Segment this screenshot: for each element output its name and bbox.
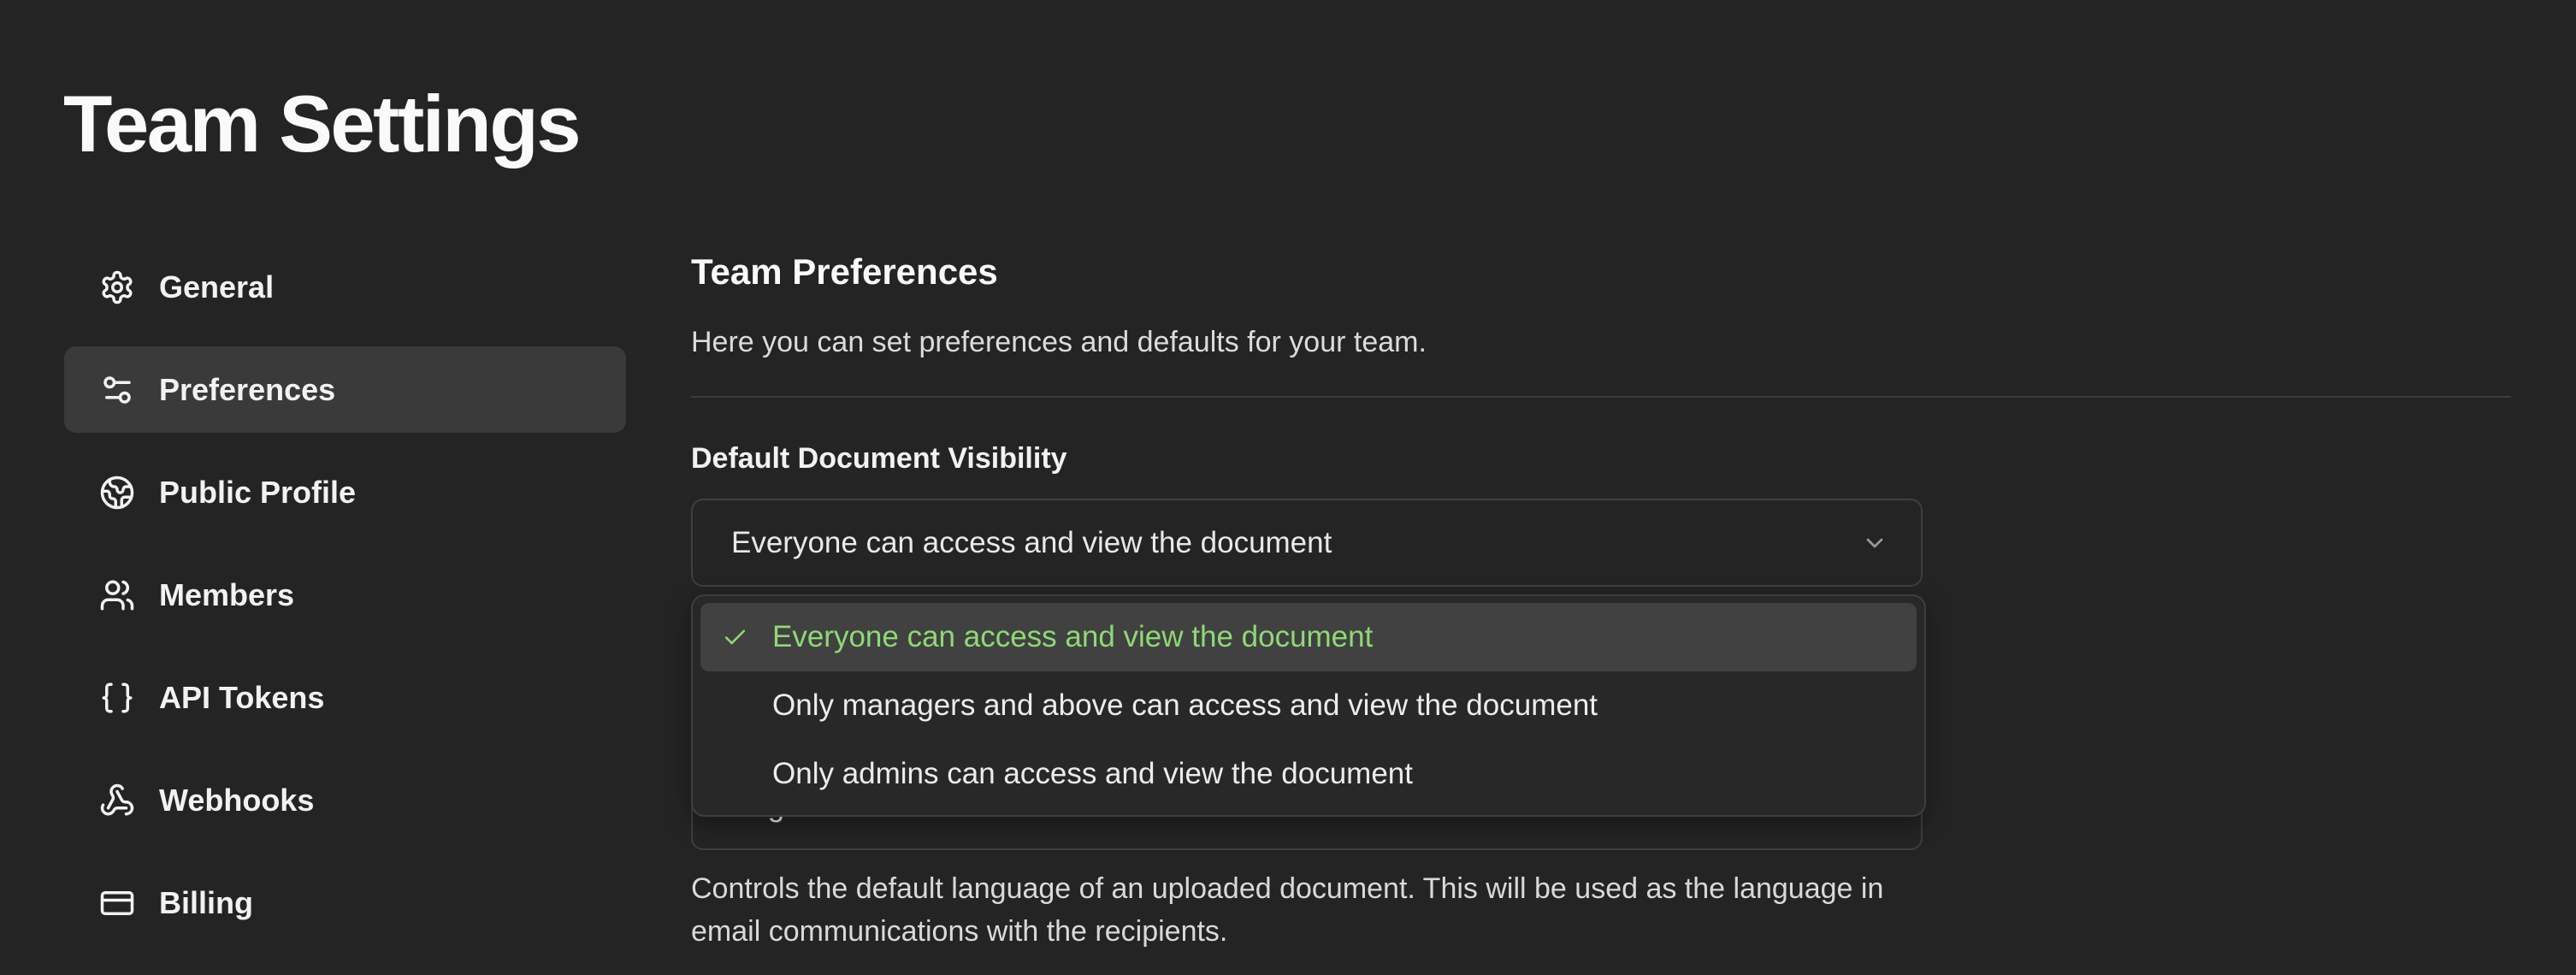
sidebar-item-members[interactable]: Members <box>64 552 626 638</box>
dropdown-option-everyone[interactable]: Everyone can access and view the documen… <box>700 603 1917 671</box>
divider <box>691 396 2511 398</box>
sidebar-item-label: Billing <box>159 885 253 921</box>
webhook-icon <box>99 783 135 818</box>
dropdown-option-label: Only managers and above can access and v… <box>772 688 1598 723</box>
sidebar-item-preferences[interactable]: Preferences <box>64 346 626 433</box>
visibility-label: Default Document Visibility <box>691 442 1067 476</box>
sidebar-item-label: General <box>159 269 274 305</box>
section-description: Here you can set preferences and default… <box>691 326 1427 359</box>
dropdown-option-admins[interactable]: Only admins can access and view the docu… <box>700 740 1917 808</box>
users-icon <box>99 577 135 613</box>
dropdown-option-managers[interactable]: Only managers and above can access and v… <box>700 671 1917 740</box>
sidebar-item-billing[interactable]: Billing <box>64 860 626 946</box>
visibility-dropdown: Everyone can access and view the documen… <box>691 594 1926 817</box>
page-title: Team Settings <box>63 82 579 167</box>
braces-icon <box>99 680 135 716</box>
dropdown-option-label: Everyone can access and view the documen… <box>772 620 1373 654</box>
language-help-text: Controls the default language of an uplo… <box>691 867 1888 953</box>
credit-card-icon <box>99 885 135 921</box>
sidebar-item-label: Members <box>159 577 294 613</box>
sidebar-item-label: Public Profile <box>159 475 356 511</box>
visibility-select-value: Everyone can access and view the documen… <box>731 526 1332 560</box>
sidebar-item-label: Preferences <box>159 372 335 408</box>
section-heading: Team Preferences <box>691 251 998 292</box>
visibility-select[interactable]: Everyone can access and view the documen… <box>691 499 1923 587</box>
check-icon-placeholder <box>722 761 748 788</box>
sidebar-item-webhooks[interactable]: Webhooks <box>64 757 626 843</box>
sliders-icon <box>99 372 135 408</box>
dropdown-option-label: Only admins can access and view the docu… <box>772 757 1413 791</box>
check-icon-placeholder <box>722 693 748 719</box>
sidebar-item-api-tokens[interactable]: API Tokens <box>64 654 626 741</box>
sidebar-item-general[interactable]: General <box>64 244 626 330</box>
sidebar-item-public-profile[interactable]: Public Profile <box>64 449 626 535</box>
gear-icon <box>99 269 135 305</box>
check-icon <box>722 624 748 651</box>
chevron-down-icon <box>1861 529 1888 557</box>
sidebar: General Preferences Public Profile Membe… <box>64 244 626 962</box>
globe-icon <box>99 475 135 511</box>
sidebar-item-label: API Tokens <box>159 680 324 716</box>
sidebar-item-label: Webhooks <box>159 783 314 818</box>
